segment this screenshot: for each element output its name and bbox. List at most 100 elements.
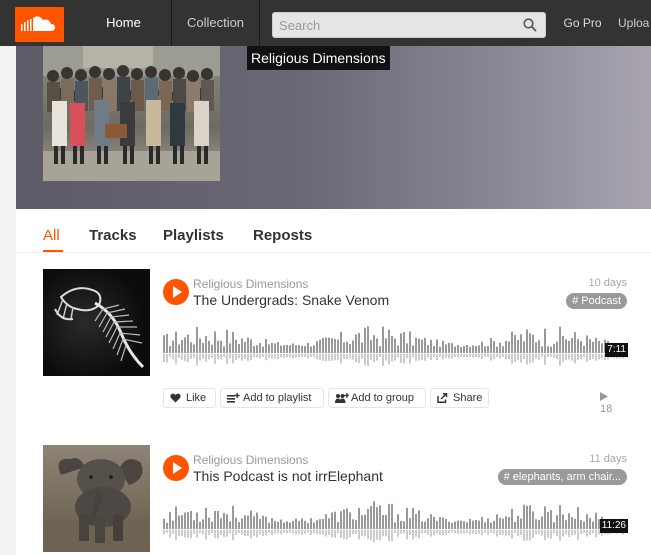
waveform-bar-reflection (277, 530, 279, 534)
waveform-bar-reflection (196, 530, 198, 538)
profile-header: Religious Dimensions (16, 46, 651, 209)
waveform-bar (220, 518, 222, 529)
search-icon[interactable] (523, 18, 537, 32)
waveform-bar-reflection (502, 354, 504, 358)
waveform-bar-reflection (178, 354, 180, 358)
like-button[interactable]: Like (163, 388, 216, 408)
tab-reposts[interactable]: Reposts (253, 227, 312, 244)
track-uploader[interactable]: Religious Dimensions (193, 453, 308, 467)
waveform-bar (535, 342, 537, 353)
waveform-bar (241, 518, 243, 529)
waveform-bar-reflection (562, 354, 564, 362)
waveform-bar-reflection (334, 530, 336, 538)
waveform-bar-reflection (208, 354, 210, 360)
waveform-bar-reflection (271, 354, 273, 359)
track-uploader[interactable]: Religious Dimensions (193, 277, 308, 291)
nav-upload[interactable]: Uploa (618, 0, 651, 46)
waveform-bar (196, 512, 198, 529)
waveform[interactable] (163, 321, 628, 369)
waveform-bar (427, 345, 429, 353)
soundcloud-logo[interactable] (15, 7, 64, 42)
waveform-bar (436, 339, 438, 353)
waveform-bar (472, 345, 474, 353)
waveform-bar-reflection (355, 354, 357, 363)
waveform-bar (598, 340, 600, 353)
waveform-bar (529, 505, 531, 529)
track-artwork[interactable] (43, 269, 150, 376)
waveform-bar-reflection (166, 354, 168, 363)
waveform-bar (475, 519, 477, 529)
waveform-bar (583, 345, 585, 353)
waveform-bar-reflection (448, 354, 450, 359)
tab-tracks[interactable]: Tracks (89, 227, 137, 244)
waveform-bar (367, 508, 369, 529)
waveform-bar (376, 507, 378, 529)
waveform-bar-reflection (241, 530, 243, 535)
waveform-bar (415, 337, 417, 353)
nav-collection[interactable]: Collection (172, 0, 260, 46)
waveform-bar-reflection (289, 354, 291, 358)
waveform-bar-reflection (451, 354, 453, 359)
nav-go-pro[interactable]: Go Pro (555, 0, 610, 46)
waveform-bar (499, 517, 501, 529)
tab-all[interactable]: All (43, 227, 60, 244)
track-artwork[interactable] (43, 445, 150, 552)
nav-home[interactable]: Home (76, 0, 172, 46)
waveform-bar (304, 520, 306, 529)
track-title[interactable]: The Undergrads: Snake Venom (193, 292, 389, 308)
waveform[interactable] (163, 497, 628, 545)
waveform-bar-reflection (451, 530, 453, 533)
waveform-bar-reflection (412, 354, 414, 358)
waveform-bar-reflection (553, 354, 555, 359)
waveform-bar-reflection (352, 530, 354, 535)
waveform-bar (484, 522, 486, 529)
waveform-bar-reflection (424, 354, 426, 361)
waveform-bar-reflection (505, 530, 507, 536)
waveform-bar-reflection (253, 354, 255, 358)
waveform-bar (184, 337, 186, 353)
play-button[interactable] (163, 279, 189, 305)
waveform-bar (493, 520, 495, 529)
waveform-bar (595, 337, 597, 353)
waveform-bar-reflection (286, 530, 288, 534)
waveform-bar (589, 339, 591, 353)
waveform-bar-reflection (202, 354, 204, 359)
share-button[interactable]: Share (430, 388, 489, 408)
waveform-bar (436, 521, 438, 529)
waveform-bar (493, 341, 495, 353)
waveform-bar (469, 346, 471, 353)
waveform-bar (238, 522, 240, 529)
waveform-bar-reflection (343, 530, 345, 539)
waveform-bar (451, 522, 453, 529)
waveform-bar (421, 521, 423, 529)
waveform-bar (256, 345, 258, 353)
waveform-bar-reflection (556, 354, 558, 360)
waveform-bar (442, 517, 444, 529)
waveform-bar-reflection (349, 354, 351, 359)
track-tag[interactable]: # Podcast (566, 293, 627, 309)
add-to-group-button[interactable]: Add to group (328, 388, 426, 408)
waveform-bar-reflection (280, 354, 282, 358)
waveform-bar (280, 519, 282, 529)
track-title[interactable]: This Podcast is not irrElephant (193, 468, 383, 484)
waveform-bar (388, 504, 390, 529)
waveform-bar-reflection (526, 530, 528, 541)
waveform-bar (214, 511, 216, 529)
tab-playlists[interactable]: Playlists (163, 227, 224, 244)
track-age: 10 days (588, 277, 627, 289)
search-input[interactable] (273, 13, 511, 37)
add-to-playlist-button[interactable]: Add to playlist (220, 388, 324, 408)
track-tag[interactable]: # elephants, arm chair... (497, 469, 627, 485)
profile-avatar[interactable] (43, 46, 220, 181)
waveform-bar (256, 512, 258, 529)
waveform-bar (352, 340, 354, 353)
waveform-bar (283, 522, 285, 529)
waveform-bar (415, 513, 417, 529)
waveform-bar (232, 505, 234, 529)
waveform-bar-reflection (577, 354, 579, 361)
play-button[interactable] (163, 455, 189, 481)
waveform-bar-reflection (190, 530, 192, 539)
waveform-bar-reflection (355, 530, 357, 534)
profile-name[interactable]: Religious Dimensions (247, 46, 390, 70)
waveform-bar-reflection (448, 530, 450, 534)
